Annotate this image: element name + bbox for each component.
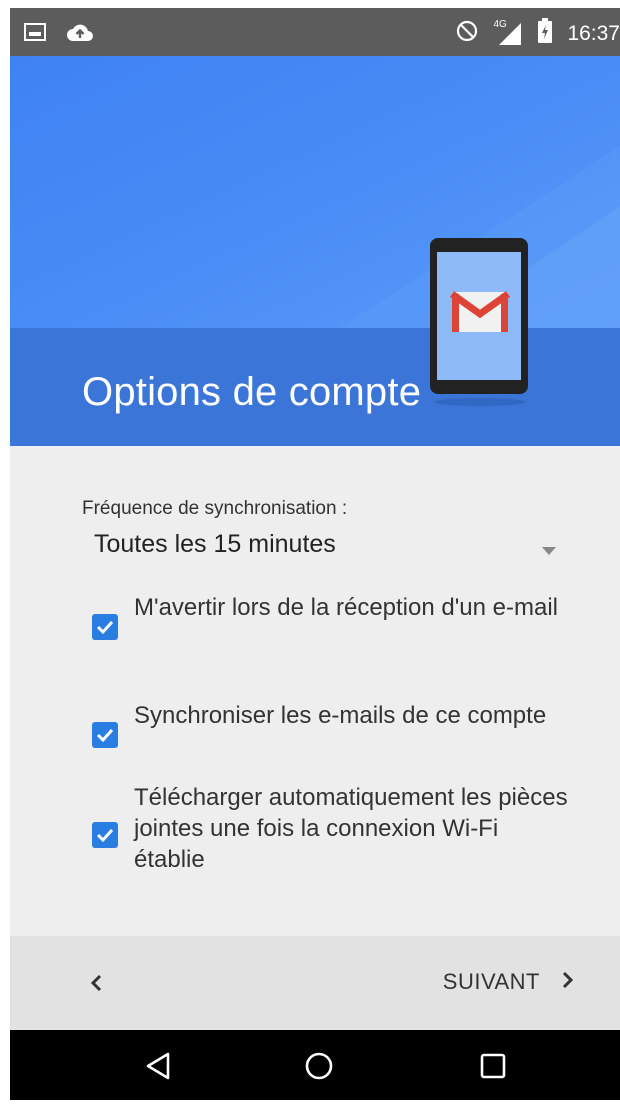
chevron-left-icon xyxy=(82,974,112,1002)
header: Options de compte xyxy=(10,56,620,446)
notify-email-option[interactable]: M'avertir lors de la réception d'un e-ma… xyxy=(82,592,582,662)
do-not-disturb-icon xyxy=(455,19,479,48)
home-circle-icon[interactable] xyxy=(302,1049,336,1083)
status-time: 16:37 xyxy=(567,21,620,45)
recents-square-icon[interactable] xyxy=(476,1049,510,1083)
cloud-upload-icon xyxy=(66,21,94,48)
sync-emails-option[interactable]: Synchroniser les e-mails de ce compte xyxy=(82,700,582,770)
auto-download-option[interactable]: Télécharger automatiquement les pièces j… xyxy=(82,782,582,882)
next-button[interactable]: SUIVANT xyxy=(443,962,578,1002)
status-bar: 4G 16:37 xyxy=(10,8,620,56)
phone-gmail-icon xyxy=(428,236,532,411)
image-icon xyxy=(24,22,46,47)
notify-email-label: M'avertir lors de la réception d'un e-ma… xyxy=(134,594,559,621)
chevron-right-icon xyxy=(558,965,578,1000)
sync-emails-label: Synchroniser les e-mails de ce compte xyxy=(134,702,547,729)
battery-icon xyxy=(537,18,553,49)
account-options-form: Fréquence de synchronisation : Toutes le… xyxy=(10,446,620,936)
back-triangle-icon[interactable] xyxy=(142,1049,176,1083)
network-type-label: 4G xyxy=(493,18,507,30)
screen: 4G 16:37 Options de compte Fréquence de … xyxy=(10,8,620,1100)
notify-email-checkbox[interactable] xyxy=(92,614,118,640)
auto-download-label: Télécharger automatiquement les pièces j… xyxy=(134,784,568,873)
system-nav-bar xyxy=(10,1030,620,1100)
page-title: Options de compte xyxy=(82,370,422,414)
auto-download-checkbox[interactable] xyxy=(92,822,118,848)
footer-navigation: SUIVANT xyxy=(10,936,620,1030)
sync-frequency-label: Fréquence de synchronisation : xyxy=(82,498,348,519)
sync-frequency-dropdown[interactable]: Toutes les 15 minutes xyxy=(82,524,560,568)
sync-frequency-value: Toutes les 15 minutes xyxy=(94,530,336,558)
sync-emails-checkbox[interactable] xyxy=(92,722,118,748)
back-button[interactable] xyxy=(82,968,112,998)
dropdown-arrow-icon xyxy=(542,542,556,560)
next-button-label: SUIVANT xyxy=(442,969,540,994)
signal-icon: 4G xyxy=(493,18,523,47)
